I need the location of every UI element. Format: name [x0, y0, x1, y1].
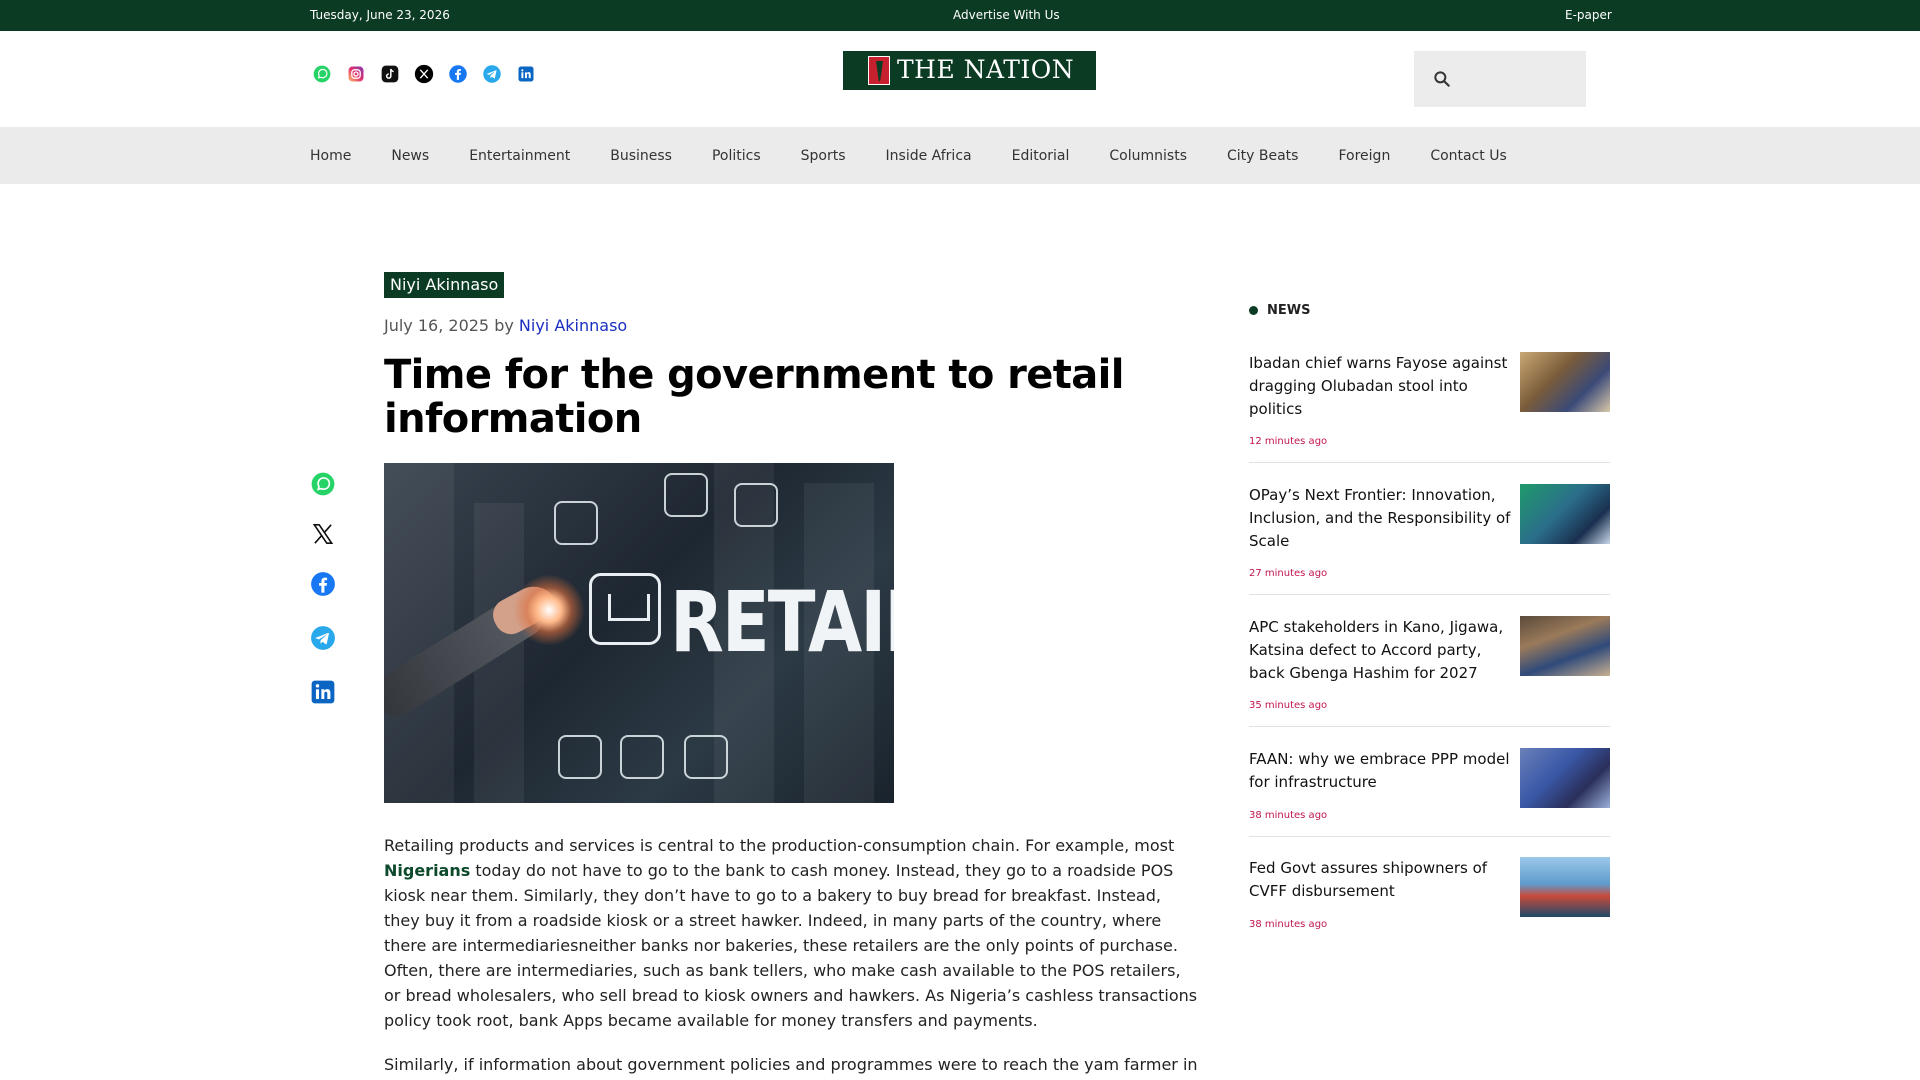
whatsapp-icon[interactable] [310, 62, 334, 86]
author-link[interactable]: Niyi Akinnaso [519, 316, 627, 335]
sidebar-heading: NEWS [1249, 300, 1610, 320]
main-nav: Home News Entertainment Business Politic… [0, 127, 1920, 184]
instagram-icon[interactable] [344, 62, 368, 86]
search-box[interactable] [1414, 51, 1586, 107]
news-thumbnail[interactable] [1520, 616, 1610, 676]
social-links [310, 62, 538, 86]
logo-emblem-icon [868, 56, 890, 85]
linkedin-icon[interactable] [514, 62, 538, 86]
nav-item-sports[interactable]: Sports [801, 148, 846, 164]
nav-item-business[interactable]: Business [610, 148, 672, 164]
category-tag[interactable]: Niyi Akinnaso [384, 272, 505, 298]
nav-item-contact-us[interactable]: Contact Us [1430, 148, 1506, 164]
news-headline[interactable]: FAAN: why we embrace PPP model for infra… [1249, 748, 1511, 794]
nav-item-city-beats[interactable]: City Beats [1227, 148, 1298, 164]
news-time: 12 minutes ago [1249, 436, 1328, 447]
facebook-icon[interactable] [446, 62, 470, 86]
nav-item-home[interactable]: Home [310, 148, 351, 164]
news-time: 38 minutes ago [1249, 919, 1328, 930]
news-thumbnail[interactable] [1520, 484, 1610, 544]
news-time: 38 minutes ago [1249, 810, 1328, 821]
news-headline[interactable]: OPay’s Next Frontier: Innovation, Inclus… [1249, 484, 1511, 553]
byline-by: by [494, 316, 514, 335]
search-input[interactable] [1458, 63, 1578, 95]
nav-item-inside-africa[interactable]: Inside Africa [886, 148, 972, 164]
nav-item-editorial[interactable]: Editorial [1012, 148, 1070, 164]
tiktok-icon[interactable] [378, 62, 402, 86]
logo-text: THE NATION [897, 55, 1075, 84]
article-hero-image: RETAIL [384, 463, 894, 803]
telegram-icon[interactable] [310, 625, 336, 651]
news-headline[interactable]: Fed Govt assures shipowners of CVFF disb… [1249, 857, 1511, 903]
site-header: THE NATION [0, 31, 1920, 127]
advertise-link[interactable]: Advertise With Us [953, 8, 1060, 22]
top-bar: Tuesday, June 23, 2026 Advertise With Us… [0, 0, 1920, 31]
news-thumbnail[interactable] [1520, 352, 1610, 412]
nav-item-entertainment[interactable]: Entertainment [469, 148, 570, 164]
byline: July 16, 2025 by Niyi Akinnaso [384, 316, 1198, 335]
news-thumbnail[interactable] [1520, 748, 1610, 808]
publish-date: July 16, 2025 [384, 316, 490, 335]
telegram-icon[interactable] [480, 62, 504, 86]
search-icon[interactable] [1432, 69, 1452, 89]
whatsapp-icon[interactable] [310, 471, 336, 497]
site-logo[interactable]: THE NATION [843, 51, 1096, 90]
nav-item-foreign[interactable]: Foreign [1338, 148, 1390, 164]
news-thumbnail[interactable] [1520, 857, 1610, 917]
news-time: 35 minutes ago [1249, 700, 1328, 711]
nav-item-politics[interactable]: Politics [712, 148, 761, 164]
linkedin-icon[interactable] [310, 679, 336, 705]
nav-item-columnists[interactable]: Columnists [1109, 148, 1187, 164]
article-paragraph: Retailing products and services is centr… [384, 836, 1198, 1030]
nav-item-news[interactable]: News [391, 148, 429, 164]
facebook-icon[interactable] [310, 571, 336, 597]
x-icon[interactable] [310, 521, 336, 547]
hero-image-word: RETAIL [670, 572, 894, 672]
shopping-cart-icon [589, 573, 661, 645]
article-title: Time for the government to retail inform… [384, 352, 1124, 442]
article-paragraph: Similarly, if information about governme… [384, 1055, 1198, 1074]
news-headline[interactable]: Ibadan chief warns Fayose against draggi… [1249, 352, 1511, 421]
epaper-link[interactable]: E-paper [1565, 8, 1612, 22]
bullet-dot-icon [1249, 305, 1258, 315]
tag-link-nigerians[interactable]: Nigerians [384, 861, 470, 880]
current-date: Tuesday, June 23, 2026 [310, 8, 450, 22]
x-icon[interactable] [412, 62, 436, 86]
news-headline[interactable]: APC stakeholders in Kano, Jigawa, Katsin… [1249, 616, 1511, 685]
news-time: 27 minutes ago [1249, 568, 1328, 579]
article: Niyi Akinnaso July 16, 2025 by Niyi Akin… [384, 272, 1198, 1080]
article-body: Retailing products and services is centr… [384, 833, 1198, 1077]
news-sidebar: NEWS Ibadan chief warns Fayose against d… [1249, 300, 1610, 930]
